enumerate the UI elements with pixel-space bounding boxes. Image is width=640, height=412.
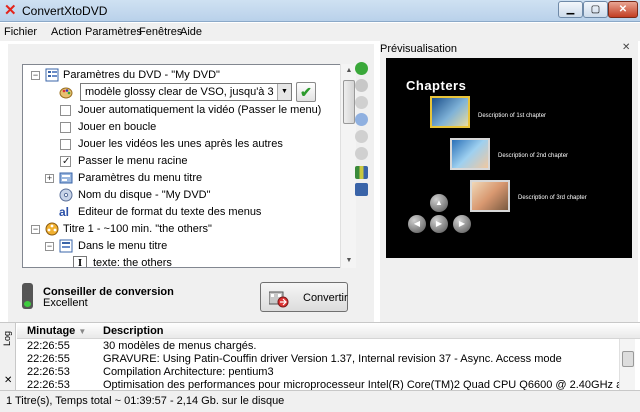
title-bar: ✕ ConvertXtoDVD ▁ ▢ ✕ (0, 0, 640, 22)
loop-checkbox[interactable] (60, 122, 71, 133)
log-row[interactable]: 22:26:55 30 modèles de menus chargés. (17, 340, 619, 353)
move-up-icon[interactable] (355, 130, 368, 143)
scroll-thumb[interactable] (622, 351, 634, 367)
collapse-toggle[interactable]: − (31, 225, 40, 234)
log-row[interactable]: 22:26:53 Compilation Architecture: pentiu… (17, 366, 619, 379)
chapter-1-thumbnail[interactable] (430, 96, 470, 128)
col-header-desc[interactable]: Description (103, 325, 164, 337)
option-skip-root[interactable]: Passer le menu racine (23, 153, 343, 170)
remove-icon[interactable] (355, 96, 368, 109)
tree-item-dvd-params[interactable]: − Paramètres du DVD - "My DVD" (23, 67, 343, 84)
menu-action[interactable]: Action (51, 26, 82, 38)
chapter-1-desc: Description of 1st chapter (478, 113, 547, 119)
option-chain[interactable]: Jouer les vidéos les unes après les autr… (23, 136, 343, 153)
status-text: 1 Titre(s), Temps total ~ 01:39:57 - 2,1… (6, 395, 285, 407)
sort-desc-icon: ▼ (78, 327, 87, 336)
preview-title: Prévisualisation (380, 43, 458, 55)
log-tab: Log ✕ (0, 323, 16, 391)
autoplay-checkbox[interactable] (60, 105, 71, 116)
app-logo-icon: ✕ (4, 2, 17, 19)
scroll-down-icon[interactable]: ▼ (341, 254, 357, 268)
film-reel-icon (45, 222, 59, 236)
edit-icon[interactable] (355, 79, 368, 92)
scroll-thumb[interactable] (343, 80, 355, 124)
nav-up-icon[interactable]: ▲ (430, 194, 448, 212)
close-window-button[interactable]: ✕ (608, 1, 638, 18)
window-title: ConvertXtoDVD (22, 4, 108, 18)
nav-prev-icon[interactable]: ◀ (408, 215, 426, 233)
chapters-icon[interactable] (355, 166, 368, 179)
collapse-toggle[interactable]: − (45, 242, 54, 251)
tree-item-title-menu-params[interactable]: + Paramètres du menu titre (23, 170, 343, 187)
chapter-3-desc: Description of 3rd chapter (518, 195, 587, 201)
dvd-params-icon (45, 68, 59, 82)
col-header-time[interactable]: Minutage ▼ (27, 325, 86, 337)
tree-item-text-editor[interactable]: al Editeur de format du texte des menus (23, 204, 343, 221)
apply-style-button[interactable]: ✔ (296, 82, 316, 102)
chapter-3-thumbnail[interactable] (470, 180, 510, 212)
skip-root-checkbox[interactable] (60, 153, 71, 170)
minimize-button[interactable]: ▁ (558, 1, 583, 18)
text-item-icon: I (73, 256, 87, 267)
nav-play-icon[interactable]: ▶ (430, 215, 448, 233)
menu-fenetres[interactable]: Fenêtres (139, 26, 182, 38)
convert-button[interactable]: Convertir (260, 282, 348, 312)
info-icon[interactable] (355, 113, 368, 126)
status-bar: 1 Titre(s), Temps total ~ 01:39:57 - 2,1… (0, 390, 640, 412)
menu-params-icon (59, 171, 73, 185)
chain-checkbox[interactable] (60, 139, 71, 150)
tree-scrollbar[interactable]: ▲ ▼ (340, 64, 356, 268)
move-down-icon[interactable] (355, 147, 368, 160)
tree-item-text[interactable]: I texte: the others (23, 255, 343, 267)
expand-toggle[interactable]: + (45, 174, 54, 183)
chevron-down-icon[interactable]: ▼ (277, 84, 291, 100)
menu-aide[interactable]: Aide (180, 26, 202, 38)
project-pane: − Paramètres du DVD - "My DVD" Jouer aut… (8, 44, 374, 322)
tree-item-disc-name[interactable]: Nom du disque - "My DVD" (23, 187, 343, 204)
palette-icon (59, 86, 73, 100)
menu-bar: Fichier Action Paramètres Fenêtres Aide (0, 23, 640, 41)
close-icon[interactable]: ✕ (622, 42, 630, 53)
menu-preview: Chapters Description of 1st chapter Desc… (386, 58, 632, 258)
chapters-heading: Chapters (406, 78, 467, 93)
menu-parametres[interactable]: Paramètres (85, 26, 142, 38)
traffic-light-icon (22, 283, 33, 309)
tree-item-title-1[interactable]: − Titre 1 - ~100 min. "the others" (23, 221, 343, 238)
preview-pane: Prévisualisation ✕ Chapters Description … (380, 40, 638, 322)
disc-icon (59, 188, 73, 202)
menu-fichier[interactable]: Fichier (4, 26, 37, 38)
log-panel: Log ✕ Minutage ▼ Description 22:26:55 30 … (0, 322, 640, 391)
chapter-2-thumbnail[interactable] (450, 138, 490, 170)
menu-icon (59, 239, 73, 253)
chapter-2-desc: Description of 2nd chapter (498, 153, 569, 159)
option-autoplay[interactable]: Jouer automatiquement la vidéo (Passer l… (23, 102, 343, 119)
text-format-icon: al (59, 205, 70, 219)
collapse-toggle[interactable]: − (31, 71, 40, 80)
add-icon[interactable] (355, 62, 368, 75)
screen-icon[interactable] (355, 183, 368, 196)
advisor-status: Excellent (43, 297, 88, 309)
tree-item-in-title-menu[interactable]: − Dans le menu titre (23, 238, 343, 255)
log-row[interactable]: 22:26:55 GRAVURE: Using Patin-Couffin dri… (17, 353, 619, 366)
option-loop[interactable]: Jouer en boucle (23, 119, 343, 136)
log-close-icon[interactable]: ✕ (4, 375, 12, 386)
menu-style-select[interactable]: modèle glossy clear de VSO, jusqu'à 3 ep… (80, 83, 292, 101)
log-header: Minutage ▼ Description (17, 323, 640, 339)
nav-next-icon[interactable]: ▶ (453, 215, 471, 233)
maximize-button[interactable]: ▢ (583, 1, 608, 18)
log-scrollbar[interactable] (619, 339, 635, 391)
convert-icon (268, 290, 289, 308)
